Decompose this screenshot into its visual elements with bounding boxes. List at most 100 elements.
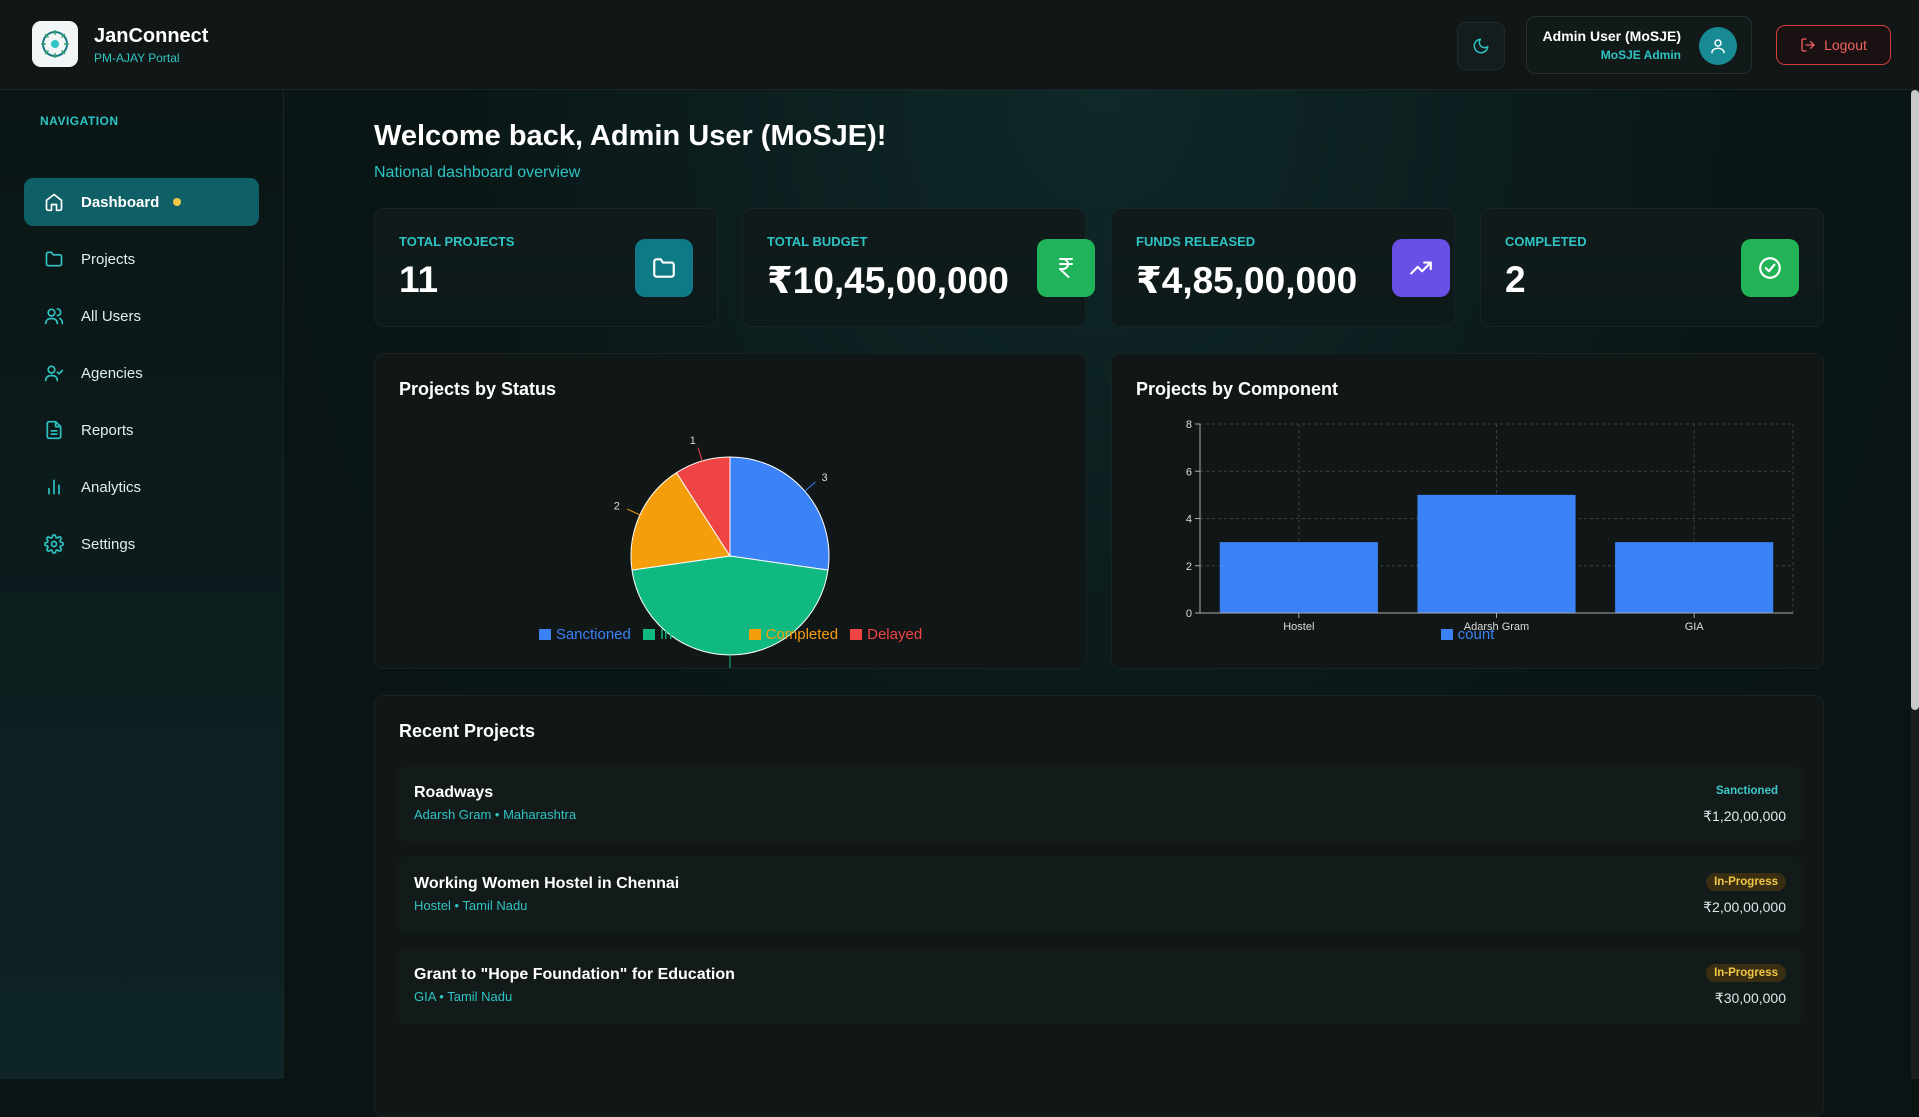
trending-up-icon [1392,239,1450,297]
legend-item: Completed [748,626,838,643]
folder-icon [635,239,693,297]
pie-label-line [697,447,703,462]
project-amount: ₹2,00,00,000 [1703,899,1786,915]
brand-name: JanConnect [94,25,209,47]
stat-label: TOTAL PROJECTS [399,234,515,249]
stat-card-funds-released: FUNDS RELEASED ₹4,85,00,000 [1111,208,1455,327]
y-tick-label: 4 [1186,514,1192,526]
list-item[interactable]: Grant to "Hope Foundation" for Education… [397,948,1803,1024]
sidebar-item-label: Dashboard [81,193,160,211]
chart-panel-component: Projects by Component 0 2 4 6 8 Hostel Adarsh … [1111,353,1824,669]
stat-value: ₹4,85,00,000 [1136,260,1358,301]
project-amount: ₹1,20,00,000 [1703,808,1786,824]
stat-value: 2 [1505,259,1526,300]
recent-projects-title: Recent Projects [399,721,536,741]
status-badge: In-Progress [1706,873,1786,891]
project-title: Roadways [414,784,494,801]
theme-toggle-button[interactable] [1457,22,1505,70]
sidebar-item-settings[interactable]: Settings [24,520,259,568]
sidebar-item-dashboard[interactable]: Dashboard [24,178,259,226]
active-indicator [173,198,182,206]
legend-item: Delayed [850,626,922,643]
sidebar-item-projects[interactable]: Projects [24,235,259,283]
user-check-icon [42,361,66,385]
status-badge: Sanctioned [1716,785,1778,797]
y-tick-label: 2 [1186,561,1192,573]
gear-icon [42,532,66,556]
legend-item: Sanctioned [538,626,631,643]
brand-subtitle: PM-AJAY Portal [94,51,180,65]
pie-legend: Sanctioned In Progress Completed Delayed [375,626,1086,643]
project-title: Working Women Hostel in Chennai [414,875,680,892]
bar[interactable] [1615,542,1774,613]
pie-data-label: 2 [614,501,620,513]
sidebar-item-agencies[interactable]: Agencies [24,349,259,397]
file-text-icon [42,418,66,442]
stat-card-total-budget: TOTAL BUDGET ₹10,45,00,000 [742,208,1095,327]
moon-icon [1473,38,1489,54]
main-content: Welcome back, Admin User (MoSJE)! Nation… [284,90,1919,1117]
sidebar-item-label: Projects [81,250,136,268]
user-icon [1711,39,1725,54]
stat-card-total-projects: TOTAL PROJECTS 11 [374,208,718,327]
project-meta: Adarsh Gram • Maharashtra [414,807,577,822]
y-tick-label: 8 [1186,419,1192,431]
nav-title: NAVIGATION [40,114,119,128]
pie-label-line [627,508,641,516]
logout-icon [1801,38,1815,52]
stat-label: TOTAL BUDGET [767,234,868,249]
stat-label: FUNDS RELEASED [1136,234,1256,249]
list-item[interactable]: Roadways Adarsh Gram • Maharashtra Sanct… [397,766,1803,842]
folder-icon [42,247,66,271]
sidebar-item-label: Agencies [81,364,143,382]
bar[interactable] [1219,542,1378,613]
legend-item: count [1440,626,1494,643]
pie-label-line [804,481,816,492]
home-icon [42,190,66,214]
pie-data-label: 3 [821,472,827,484]
sidebar-item-label: Settings [81,535,136,553]
logout-button[interactable]: Logout [1776,25,1891,65]
legend-item: In Progress [642,626,737,643]
project-title: Grant to "Hope Foundation" for Education [414,966,735,983]
page-subtitle: National dashboard overview [374,164,581,181]
stat-value: 11 [399,259,439,300]
bar-chart-icon [42,475,66,499]
sidebar-item-all-users[interactable]: All Users [24,292,259,340]
avatar[interactable] [1699,27,1737,65]
sidebar-item-label: Reports [81,421,134,439]
recent-projects-panel: Recent Projects Roadways Adarsh Gram • M… [374,695,1824,1117]
bar[interactable] [1417,494,1576,613]
stat-card-completed: COMPLETED 2 [1480,208,1824,327]
user-role: MoSJE Admin [1600,48,1681,62]
logout-label: Logout [1824,37,1867,53]
bar-chart: 02468Hostel Adarsh Gram GIA [1186,419,1794,633]
project-meta: Hostel • Tamil Nadu [414,898,528,913]
sidebar-item-label: Analytics [81,478,142,496]
y-tick-label: 6 [1186,466,1192,478]
status-badge: In-Progress [1706,964,1786,982]
project-amount: ₹30,00,000 [1714,990,1786,1006]
stat-value: ₹10,45,00,000 [767,260,1009,301]
sidebar-item-reports[interactable]: Reports [24,406,259,454]
project-meta: GIA • Tamil Nadu [414,989,513,1004]
check-circle-icon [1741,239,1799,297]
bar-legend: count [1112,626,1823,643]
sidebar-item-label: All Users [81,307,142,325]
user-profile[interactable]: Admin User (MoSJE) MoSJE Admin [1526,16,1752,74]
page-title: Welcome back, Admin User (MoSJE)! [374,120,887,152]
top-header: JanConnect PM-AJAY Portal Admin User (Mo… [0,0,1919,90]
list-item[interactable]: Working Women Hostel in Chennai Hostel •… [397,857,1803,933]
chart-panel-status: Projects by Status 3521 Sanctioned In Pr… [374,353,1087,669]
pie-slice[interactable] [729,456,830,571]
chakra-logo-icon[interactable] [32,21,78,67]
pie-chart: 3521 [614,435,830,668]
sidebar: NAVIGATION Dashboard Projects All Users … [0,90,284,1079]
y-tick-label: 0 [1186,608,1192,620]
pie-data-label: 1 [690,435,696,447]
scrollbar-thumb[interactable] [1911,90,1919,710]
stat-label: COMPLETED [1505,234,1587,249]
user-name: Admin User (MoSJE) [1542,28,1681,44]
sidebar-item-analytics[interactable]: Analytics [24,463,259,511]
users-icon [42,304,66,328]
